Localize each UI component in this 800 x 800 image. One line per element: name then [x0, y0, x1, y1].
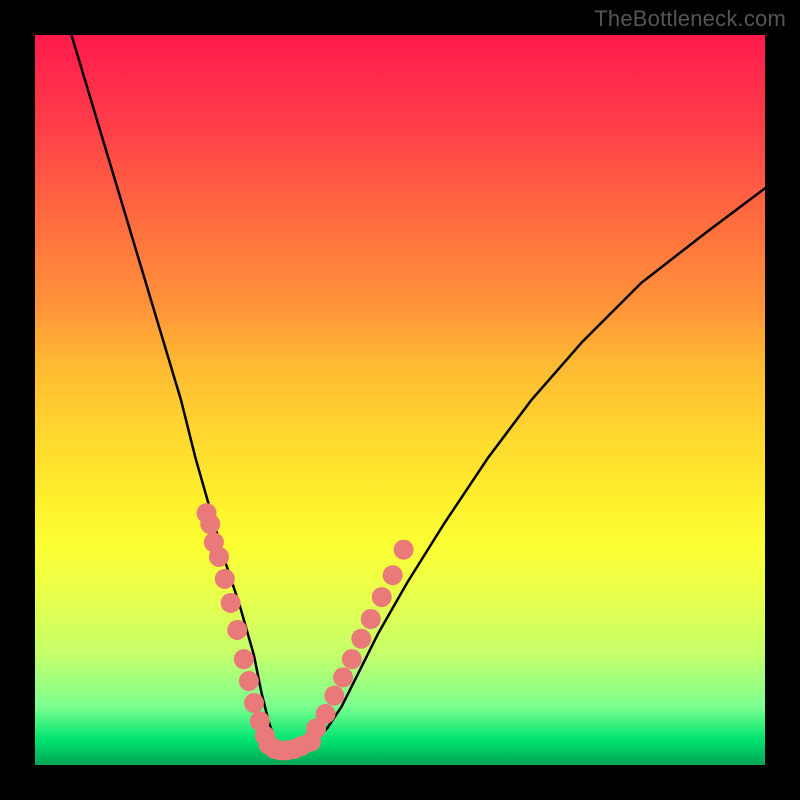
- watermark-text: TheBottleneck.com: [594, 6, 786, 32]
- data-dot: [215, 569, 235, 589]
- chart-svg: [35, 35, 765, 765]
- data-dot: [324, 686, 344, 706]
- data-dot: [372, 587, 392, 607]
- data-dot: [221, 593, 241, 613]
- data-dot: [234, 649, 254, 669]
- data-dot: [227, 620, 247, 640]
- data-dot: [394, 540, 414, 560]
- data-dot: [200, 514, 220, 534]
- data-dot: [209, 547, 229, 567]
- chart-frame: TheBottleneck.com: [0, 0, 800, 800]
- curve-line: [72, 35, 766, 750]
- data-dot: [351, 629, 371, 649]
- data-dot: [383, 565, 403, 585]
- data-dot: [342, 649, 362, 669]
- data-dot: [244, 693, 264, 713]
- plot-area: [35, 35, 765, 765]
- data-dot: [239, 671, 259, 691]
- data-dot: [361, 609, 381, 629]
- bottleneck-curve-path: [72, 35, 766, 750]
- data-dot: [316, 704, 336, 724]
- data-dot: [333, 667, 353, 687]
- data-dots: [197, 503, 414, 760]
